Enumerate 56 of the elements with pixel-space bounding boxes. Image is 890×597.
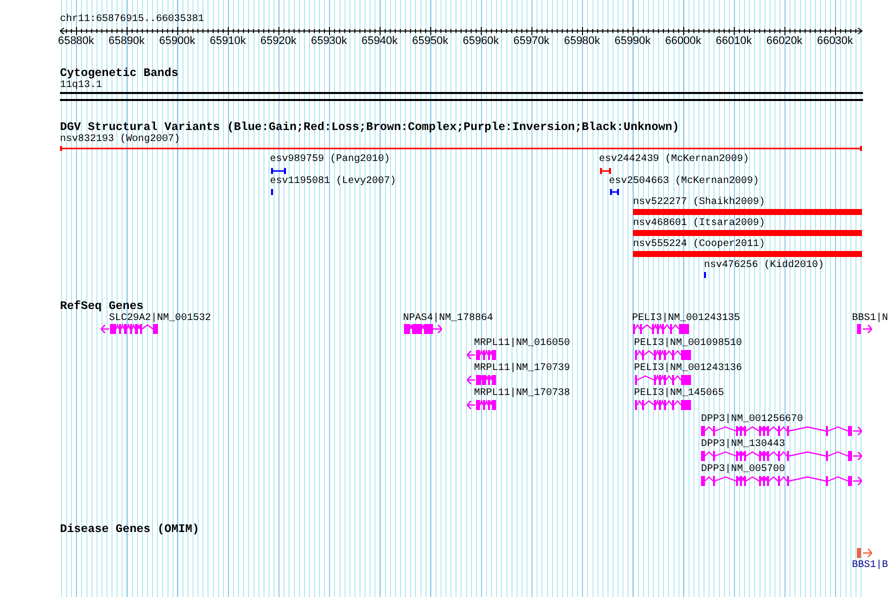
gene-model-drawing <box>467 374 496 386</box>
tick-label: 65890k <box>108 35 145 47</box>
variant-label: nsv522277 (Shaikh2009) <box>633 197 766 209</box>
gene-label: NPAS4|NM_178864 <box>403 313 494 325</box>
gene-model-drawing <box>467 349 496 361</box>
gene-label: PELI3|NM_001098510 <box>634 338 742 350</box>
variant-label: nsv832193 (Wong2007) <box>60 134 180 146</box>
gene-label: BBS1|N <box>852 313 888 325</box>
tick-label: 65950k <box>412 35 448 47</box>
variant-label: esv1195081 (Levy2007) <box>270 176 396 188</box>
gene-label: MRPL11|NM_016050 <box>474 338 570 350</box>
variant-label: esv2442439 (McKernan2009) <box>599 154 750 166</box>
track-title: Disease Genes (OMIM) <box>60 523 200 536</box>
tick-label: 65880k <box>58 35 94 47</box>
track-title: DGV Structural Variants (Blue:Gain;Red:Loss;Brown:Complex;Purple:Inversion;Black:Unknown) <box>60 121 680 134</box>
tick-label: 66030k <box>816 35 854 47</box>
variant-label: nsv476256 (Kidd2010) <box>704 260 824 272</box>
tick-label: 65910k <box>210 35 246 47</box>
track-title: Cytogenetic Bands <box>60 67 178 80</box>
gene-model-drawing <box>101 323 158 335</box>
tick-label: 66000k <box>665 35 702 47</box>
gene-model-drawing <box>857 323 872 335</box>
band-label: 11q13.1 <box>60 80 102 92</box>
gene-label: PELI3|NM_001243136 <box>634 363 742 375</box>
tick-label: 65960k <box>462 35 499 47</box>
tick-label: 65920k <box>260 35 296 47</box>
track-title: RefSeq Genes <box>60 300 144 313</box>
gene-model-drawing <box>635 399 692 411</box>
gene-model-drawing <box>635 349 692 361</box>
gene-label: DPP3|NM_005700 <box>701 464 786 476</box>
variant-label: nsv468601 (Itsara2009) <box>633 218 766 230</box>
gene-label: MRPL11|NM_170739 <box>474 363 570 375</box>
variant-label: esv2504663 (McKernan2009) <box>609 176 760 188</box>
tick-label: 65980k <box>564 35 600 47</box>
gene-label: SLC29A2|NM_001532 <box>109 313 212 325</box>
variant-label: esv989759 (Pang2010) <box>270 154 390 166</box>
gene-label: DPP3|NM_130443 <box>701 439 786 451</box>
gene-label: BBS1|B <box>852 560 888 572</box>
gene-model-drawing <box>467 399 496 411</box>
tick-label: 65940k <box>362 35 398 47</box>
gene-model-drawing <box>857 547 872 559</box>
location-label: chr11:65876915..66035381 <box>60 14 204 26</box>
tick-label: 65990k <box>614 35 651 47</box>
tick-label: 65970k <box>513 35 550 47</box>
tick-label: 66020k <box>766 35 802 47</box>
tick-label: 65930k <box>310 35 348 47</box>
tick-label: 66010k <box>716 35 752 47</box>
gene-label: DPP3|NM_001256670 <box>701 414 804 426</box>
gene-label: PELI3|NM_001243135 <box>632 313 740 325</box>
gene-label: MRPL11|NM_170738 <box>474 388 570 400</box>
variant-label: nsv555224 (Cooper2011) <box>633 239 766 251</box>
tick-label: 65900k <box>159 35 196 47</box>
gene-model-drawing <box>633 323 690 335</box>
gene-model-drawing <box>404 323 442 335</box>
gene-model-drawing <box>635 374 692 386</box>
gene-label: PELI3|NM_145065 <box>634 388 724 400</box>
